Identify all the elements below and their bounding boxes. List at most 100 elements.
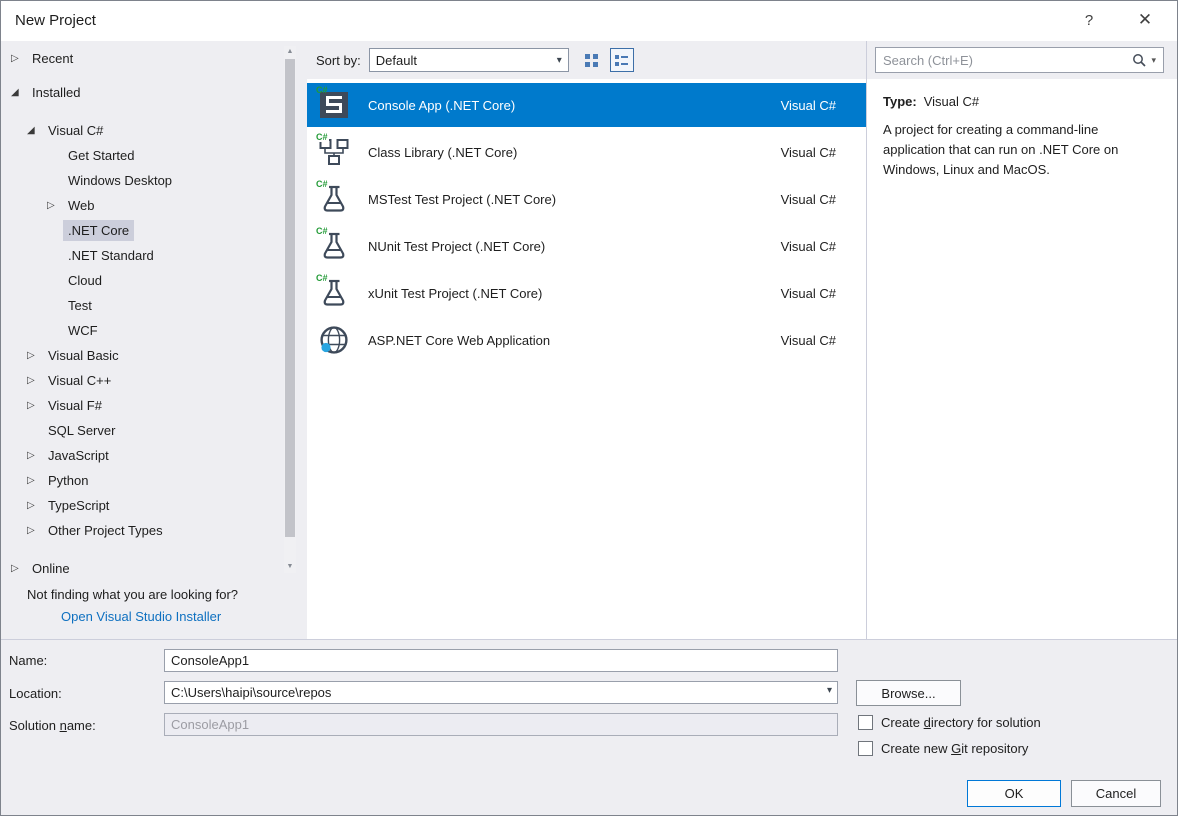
expander-collapsed-icon: ▷ xyxy=(27,525,43,536)
open-installer-link[interactable]: Open Visual Studio Installer xyxy=(1,609,307,624)
close-icon[interactable]: ✕ xyxy=(1133,10,1157,30)
template-language: Visual C# xyxy=(781,286,836,301)
create-git-repo-row: Create new Git repository xyxy=(858,741,1028,756)
category-tree-panel: ▷ Recent ◢ Installed ◢ Visual C# Get Sta… xyxy=(1,41,307,641)
create-git-repo-label: Create new Git repository xyxy=(881,741,1028,756)
template-class-library[interactable]: C# Class Library (.NET Core) Visual C# xyxy=(307,130,866,174)
sidebar-item-label: Windows Desktop xyxy=(63,170,177,191)
cancel-button[interactable]: Cancel xyxy=(1071,780,1161,807)
sidebar-item-visual-csharp[interactable]: ◢ Visual C# xyxy=(1,118,307,143)
sidebar-item-online[interactable]: ▷ Online xyxy=(1,556,307,581)
sidebar-item-label: Visual C++ xyxy=(43,370,116,391)
expander-collapsed-icon: ▷ xyxy=(27,450,43,461)
location-combobox[interactable]: ▾ xyxy=(164,681,838,704)
csharp-badge: C# xyxy=(315,273,329,283)
scroll-down-icon[interactable]: ▼ xyxy=(284,561,296,573)
tree-scrollbar[interactable]: ▲ ▼ xyxy=(284,46,296,573)
sidebar-item-label: Python xyxy=(43,470,93,491)
label-segment: Solution xyxy=(9,718,60,733)
test-flask-icon: C# xyxy=(317,182,351,216)
sidebar-item-label: Test xyxy=(63,295,97,316)
sidebar-item-dotnet-core[interactable]: .NET Core xyxy=(1,218,307,243)
scrollbar-thumb[interactable] xyxy=(285,59,295,537)
label-segment: it repository xyxy=(961,741,1028,756)
sidebar-item-dotnet-standard[interactable]: .NET Standard xyxy=(1,243,307,268)
sidebar-item-cloud[interactable]: Cloud xyxy=(1,268,307,293)
sidebar-item-web[interactable]: ▷ Web xyxy=(1,193,307,218)
sidebar-item-typescript[interactable]: ▷ TypeScript xyxy=(1,493,307,518)
template-language: Visual C# xyxy=(781,239,836,254)
template-aspnet-web-app[interactable]: ASP.NET Core Web Application Visual C# xyxy=(307,318,866,362)
template-name: xUnit Test Project (.NET Core) xyxy=(368,286,542,301)
help-icon[interactable]: ? xyxy=(1077,12,1101,29)
solution-name-input[interactable] xyxy=(164,713,838,736)
sidebar-item-test[interactable]: Test xyxy=(1,293,307,318)
sidebar-item-wcf[interactable]: WCF xyxy=(1,318,307,343)
sidebar-item-installed[interactable]: ◢ Installed xyxy=(1,80,307,105)
sidebar-item-javascript[interactable]: ▷ JavaScript xyxy=(1,443,307,468)
sidebar-item-recent[interactable]: ▷ Recent xyxy=(1,46,307,71)
template-console-app[interactable]: C# Console App (.NET Core) Visual C# xyxy=(307,83,866,127)
create-directory-checkbox[interactable] xyxy=(858,715,873,730)
grid-view-icon xyxy=(584,53,599,68)
search-icon[interactable] xyxy=(1132,53,1146,67)
list-view-icon xyxy=(614,53,629,68)
template-language: Visual C# xyxy=(781,98,836,113)
expander-collapsed-icon: ▷ xyxy=(27,500,43,511)
sidebar-item-sql-server[interactable]: SQL Server xyxy=(1,418,307,443)
list-view-button[interactable] xyxy=(610,48,634,72)
sidebar-item-python[interactable]: ▷ Python xyxy=(1,468,307,493)
sidebar-item-label: Visual C# xyxy=(43,120,108,141)
test-flask-icon: C# xyxy=(317,229,351,263)
location-label: Location: xyxy=(9,686,62,701)
sidebar-item-get-started[interactable]: Get Started xyxy=(1,143,307,168)
template-xunit[interactable]: C# xUnit Test Project (.NET Core) Visual… xyxy=(307,271,866,315)
label-mnemonic: G xyxy=(951,741,961,756)
sidebar-item-visual-fsharp[interactable]: ▷ Visual F# xyxy=(1,393,307,418)
sidebar-item-label: SQL Server xyxy=(43,420,120,441)
template-name: NUnit Test Project (.NET Core) xyxy=(368,239,545,254)
csharp-badge: C# xyxy=(315,132,329,142)
expander-collapsed-icon: ▷ xyxy=(11,53,27,64)
sort-toolbar: Sort by: Default ▾ xyxy=(307,41,866,79)
sort-dropdown[interactable]: Default ▾ xyxy=(369,48,569,72)
spacer xyxy=(1,105,307,118)
ok-button[interactable]: OK xyxy=(967,780,1061,807)
location-chevron-down-icon[interactable]: ▾ xyxy=(827,685,832,696)
name-input[interactable] xyxy=(164,649,838,672)
location-input[interactable] xyxy=(164,681,838,704)
create-git-repo-checkbox[interactable] xyxy=(858,741,873,756)
csharp-badge: C# xyxy=(315,85,329,95)
sort-dropdown-value: Default xyxy=(376,53,417,68)
dialog-title: New Project xyxy=(15,12,96,29)
chevron-down-icon: ▾ xyxy=(557,55,562,66)
label-segment: ame: xyxy=(67,718,96,733)
small-icons-view-button[interactable] xyxy=(580,48,604,72)
sidebar-item-label: JavaScript xyxy=(43,445,114,466)
spacer xyxy=(1,543,307,556)
search-box[interactable]: ▾ xyxy=(875,47,1164,73)
sidebar-item-windows-desktop[interactable]: Windows Desktop xyxy=(1,168,307,193)
expander-collapsed-icon: ▷ xyxy=(11,563,27,574)
sidebar-item-label: Visual F# xyxy=(43,395,107,416)
search-strip: ▾ xyxy=(867,41,1177,79)
template-nunit[interactable]: C# NUnit Test Project (.NET Core) Visual… xyxy=(307,224,866,268)
label-segment: Create xyxy=(881,715,924,730)
template-panel: Sort by: Default ▾ xyxy=(307,41,866,641)
scroll-up-icon[interactable]: ▲ xyxy=(284,46,296,58)
sidebar-item-visual-cpp[interactable]: ▷ Visual C++ xyxy=(1,368,307,393)
search-chevron-down-icon[interactable]: ▾ xyxy=(1151,55,1156,66)
template-language: Visual C# xyxy=(781,192,836,207)
not-finding-text: Not finding what you are looking for? xyxy=(1,587,307,602)
browse-button[interactable]: Browse... xyxy=(856,680,961,706)
project-config-panel: Name: Location: ▾ Browse... Solution nam… xyxy=(1,639,1177,815)
create-directory-row: Create directory for solution xyxy=(858,715,1041,730)
test-flask-icon: C# xyxy=(317,276,351,310)
template-details: Type:Visual C# A project for creating a … xyxy=(867,79,1177,180)
sidebar-item-label: .NET Core xyxy=(63,220,134,241)
search-input[interactable] xyxy=(883,53,1132,68)
sidebar-item-other-project-types[interactable]: ▷ Other Project Types xyxy=(1,518,307,543)
sidebar-item-visual-basic[interactable]: ▷ Visual Basic xyxy=(1,343,307,368)
template-mstest[interactable]: C# MSTest Test Project (.NET Core) Visua… xyxy=(307,177,866,221)
expander-expanded-icon: ◢ xyxy=(27,125,43,136)
